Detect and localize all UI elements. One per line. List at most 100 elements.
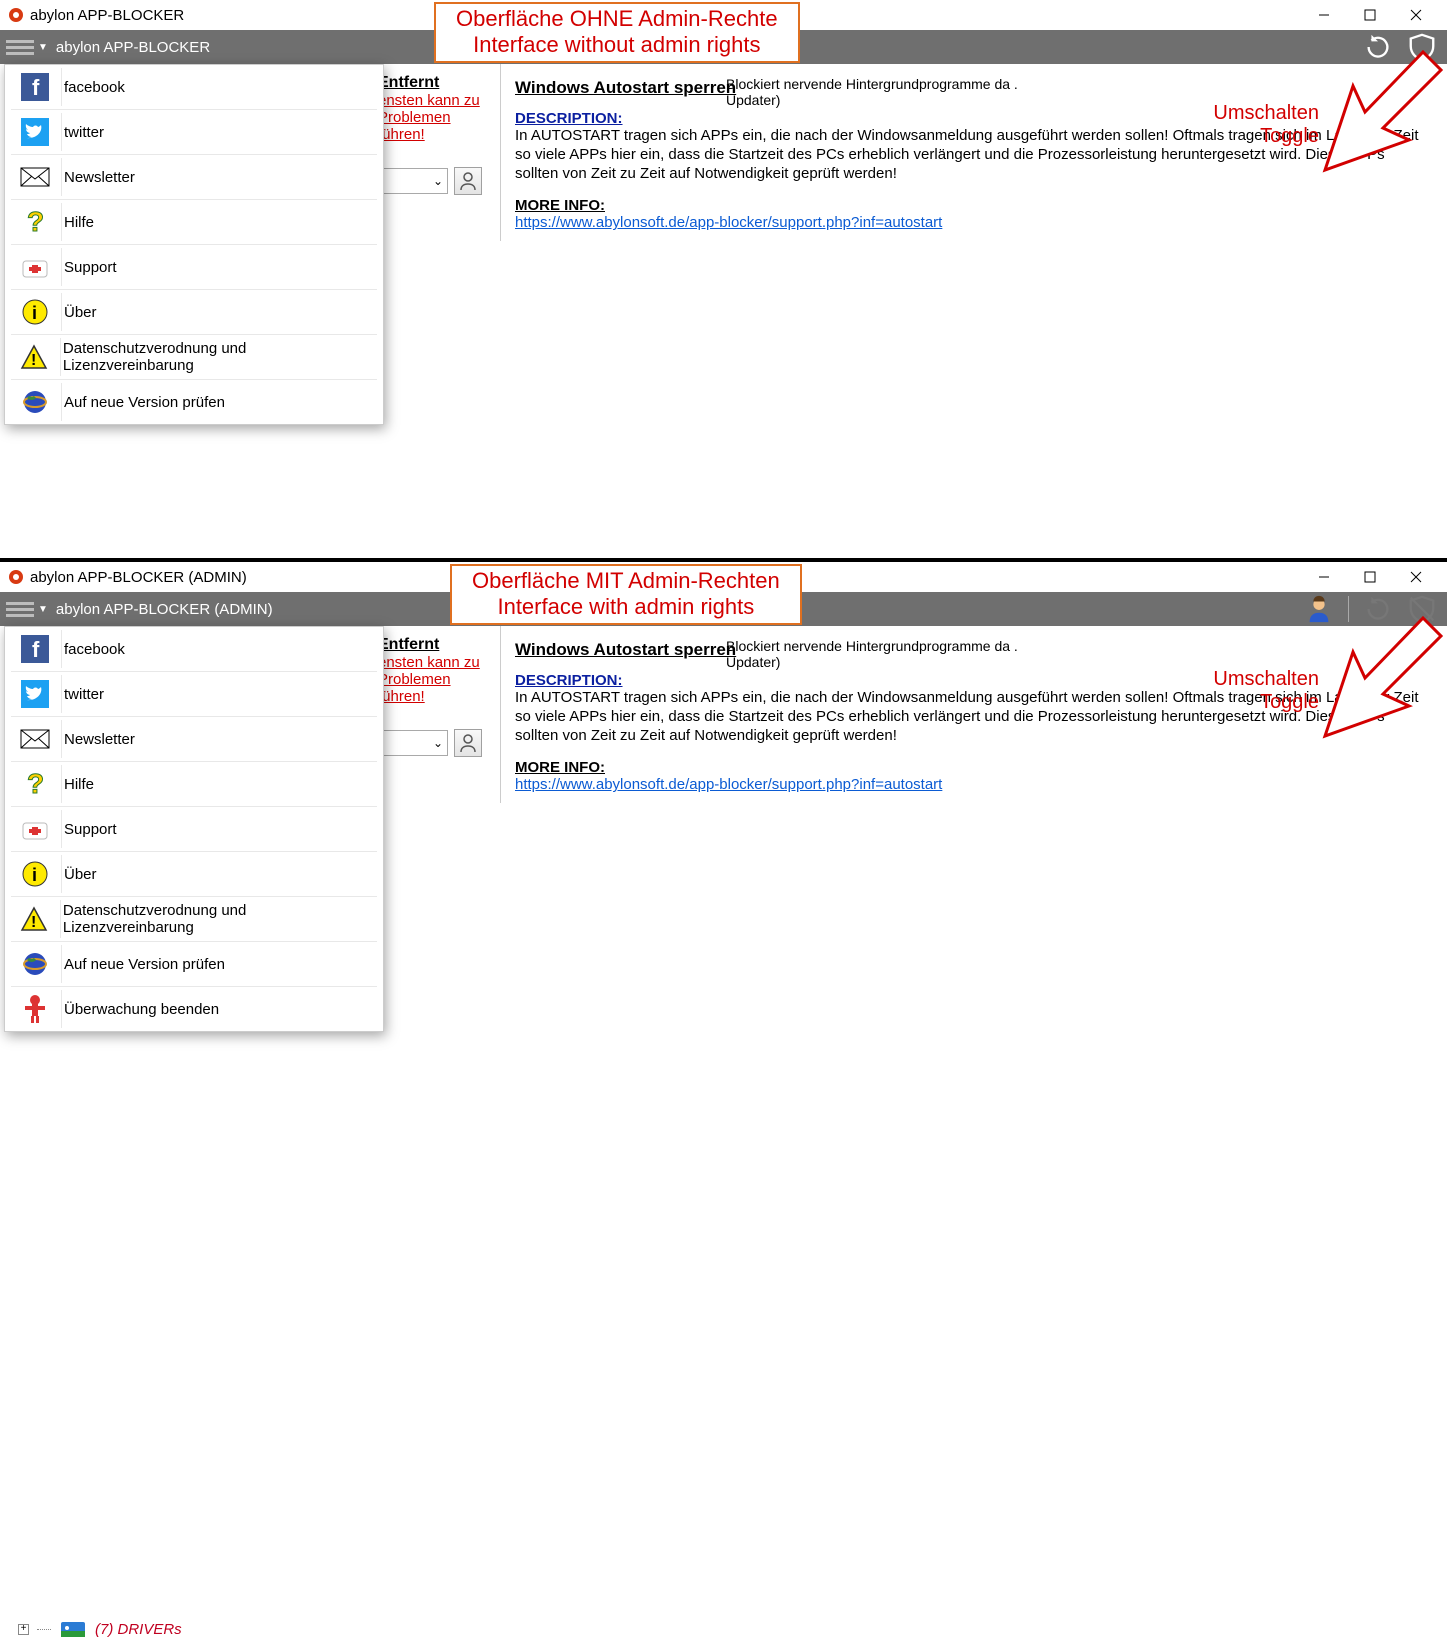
maximize-button[interactable] (1347, 0, 1393, 30)
menu-item-update[interactable]: Auf neue Version prüfen (5, 380, 383, 424)
description-label: DESCRIPTION: (515, 110, 623, 127)
close-button[interactable] (1393, 0, 1439, 30)
more-info-label: MORE INFO: (515, 197, 605, 214)
question-icon: ? (23, 769, 47, 799)
menu-item-update[interactable]: Auf neue Version prüfen (5, 942, 383, 986)
combo-box[interactable]: ⌄ (378, 730, 448, 756)
more-info-link[interactable]: https://www.abylonsoft.de/app-blocker/su… (515, 776, 942, 793)
menu-item-facebook[interactable]: f facebook (5, 65, 383, 109)
annotation-banner: Oberfläche OHNE Admin-Rechte Interface w… (434, 2, 800, 63)
panel-no-admin: abylon APP-BLOCKER ▼ abylon APP-BLOCKER … (0, 0, 1447, 562)
menu-item-help[interactable]: ? Hilfe (5, 200, 383, 244)
entfernt-heading: Entfernt (378, 74, 490, 92)
info-icon: i (22, 299, 48, 325)
panel-admin: abylon APP-BLOCKER (ADMIN) ▼ abylon APP-… (0, 562, 1447, 1122)
hamburger-menu-button[interactable] (6, 40, 34, 55)
menu-item-stop-monitoring[interactable]: Überwachung beenden (5, 987, 383, 1031)
close-icon (1410, 571, 1422, 583)
toggle-annotation: Umschalten Toggle (1213, 668, 1319, 714)
envelope-icon (20, 729, 50, 749)
menu-item-twitter[interactable]: twitter (5, 672, 383, 716)
chevron-down-icon: ▼ (38, 604, 48, 615)
warning-text: ensten kann zu Problemen führen! (378, 92, 490, 143)
chevron-down-icon: ⌄ (433, 174, 443, 188)
arrow-annotation-icon (1313, 612, 1443, 742)
firstaid-icon (21, 817, 49, 841)
banner-line-de: Oberfläche MIT Admin-Rechten (472, 568, 780, 594)
user-icon (458, 733, 478, 753)
maximize-icon (1364, 571, 1376, 583)
banner-line-de: Oberfläche OHNE Admin-Rechte (456, 6, 778, 32)
globe-icon (21, 388, 49, 416)
twitter-icon (21, 680, 49, 708)
menu-item-privacy[interactable]: ! Datenschutzverodnung und Lizenzvereinb… (5, 897, 383, 941)
menu-item-newsletter[interactable]: Newsletter (5, 717, 383, 761)
toggle-annotation: Umschalten Toggle (1213, 102, 1319, 148)
menu-item-privacy[interactable]: ! Datenschutzverodnung und Lizenzvereinb… (5, 335, 383, 379)
block-info-text: Blockiert nervende Hintergrundprogramme … (726, 638, 1036, 670)
maximize-button[interactable] (1347, 562, 1393, 592)
drivers-icon (59, 1618, 87, 1640)
svg-text:?: ? (27, 769, 44, 799)
menu-item-facebook[interactable]: f facebook (5, 627, 383, 671)
annotation-banner: Oberfläche MIT Admin-Rechten Interface w… (450, 564, 802, 625)
banner-line-en: Interface without admin rights (456, 32, 778, 58)
combo-box[interactable]: ⌄ (378, 168, 448, 194)
menu-item-about[interactable]: i Über (5, 290, 383, 334)
close-icon (1410, 9, 1422, 21)
menu-item-about[interactable]: i Über (5, 852, 383, 896)
menu-item-support[interactable]: Support (5, 807, 383, 851)
svg-text:?: ? (27, 207, 44, 237)
warning-icon: ! (20, 344, 48, 370)
toolbar-title: abylon APP-BLOCKER (ADMIN) (56, 601, 273, 618)
maximize-icon (1364, 9, 1376, 21)
facebook-icon: f (21, 73, 49, 101)
drivers-label: (7) DRIVERs (95, 1621, 182, 1638)
svg-text:i: i (32, 865, 37, 885)
minimize-icon (1318, 9, 1330, 21)
menu-item-twitter[interactable]: twitter (5, 110, 383, 154)
entfernt-heading: Entfernt (378, 636, 490, 654)
question-icon: ? (23, 207, 47, 237)
twitter-icon (21, 118, 49, 146)
window-title: abylon APP-BLOCKER (ADMIN) (30, 569, 247, 586)
hamburger-menu-button[interactable] (6, 602, 34, 617)
chevron-down-icon: ⌄ (433, 736, 443, 750)
minimize-button[interactable] (1301, 562, 1347, 592)
svg-text:!: ! (31, 352, 36, 369)
tree-drivers-row[interactable]: + (7) DRIVERs (18, 1618, 182, 1640)
menu-item-support[interactable]: Support (5, 245, 383, 289)
menu-item-help[interactable]: ? Hilfe (5, 762, 383, 806)
minimize-icon (1318, 571, 1330, 583)
svg-text:!: ! (31, 914, 36, 931)
svg-text:f: f (32, 75, 40, 100)
close-button[interactable] (1393, 562, 1439, 592)
app-logo-icon (8, 7, 24, 23)
tree-expand-icon[interactable]: + (18, 1624, 29, 1635)
warning-text: ensten kann zu Problemen führen! (378, 654, 490, 705)
firstaid-icon (21, 255, 49, 279)
banner-line-en: Interface with admin rights (472, 594, 780, 620)
svg-text:i: i (32, 303, 37, 323)
more-info-link[interactable]: https://www.abylonsoft.de/app-blocker/su… (515, 214, 942, 231)
facebook-icon: f (21, 635, 49, 663)
minimize-button[interactable] (1301, 0, 1347, 30)
window-title: abylon APP-BLOCKER (30, 7, 184, 24)
svg-text:f: f (32, 637, 40, 662)
description-label: DESCRIPTION: (515, 672, 623, 689)
block-info-text: Blockiert nervende Hintergrundprogramme … (726, 76, 1036, 108)
envelope-icon (20, 167, 50, 187)
user-button[interactable] (454, 167, 482, 195)
warning-icon: ! (20, 906, 48, 932)
main-menu-dropdown: f facebook twitter Newsletter ? Hilfe Su… (4, 626, 384, 1032)
menu-item-newsletter[interactable]: Newsletter (5, 155, 383, 199)
app-logo-icon (8, 569, 24, 585)
globe-icon (21, 950, 49, 978)
stop-person-icon (23, 994, 47, 1024)
toolbar-title: abylon APP-BLOCKER (56, 39, 210, 56)
user-icon (458, 171, 478, 191)
info-icon: i (22, 861, 48, 887)
more-info-label: MORE INFO: (515, 759, 605, 776)
user-button[interactable] (454, 729, 482, 757)
arrow-annotation-icon (1313, 46, 1443, 176)
